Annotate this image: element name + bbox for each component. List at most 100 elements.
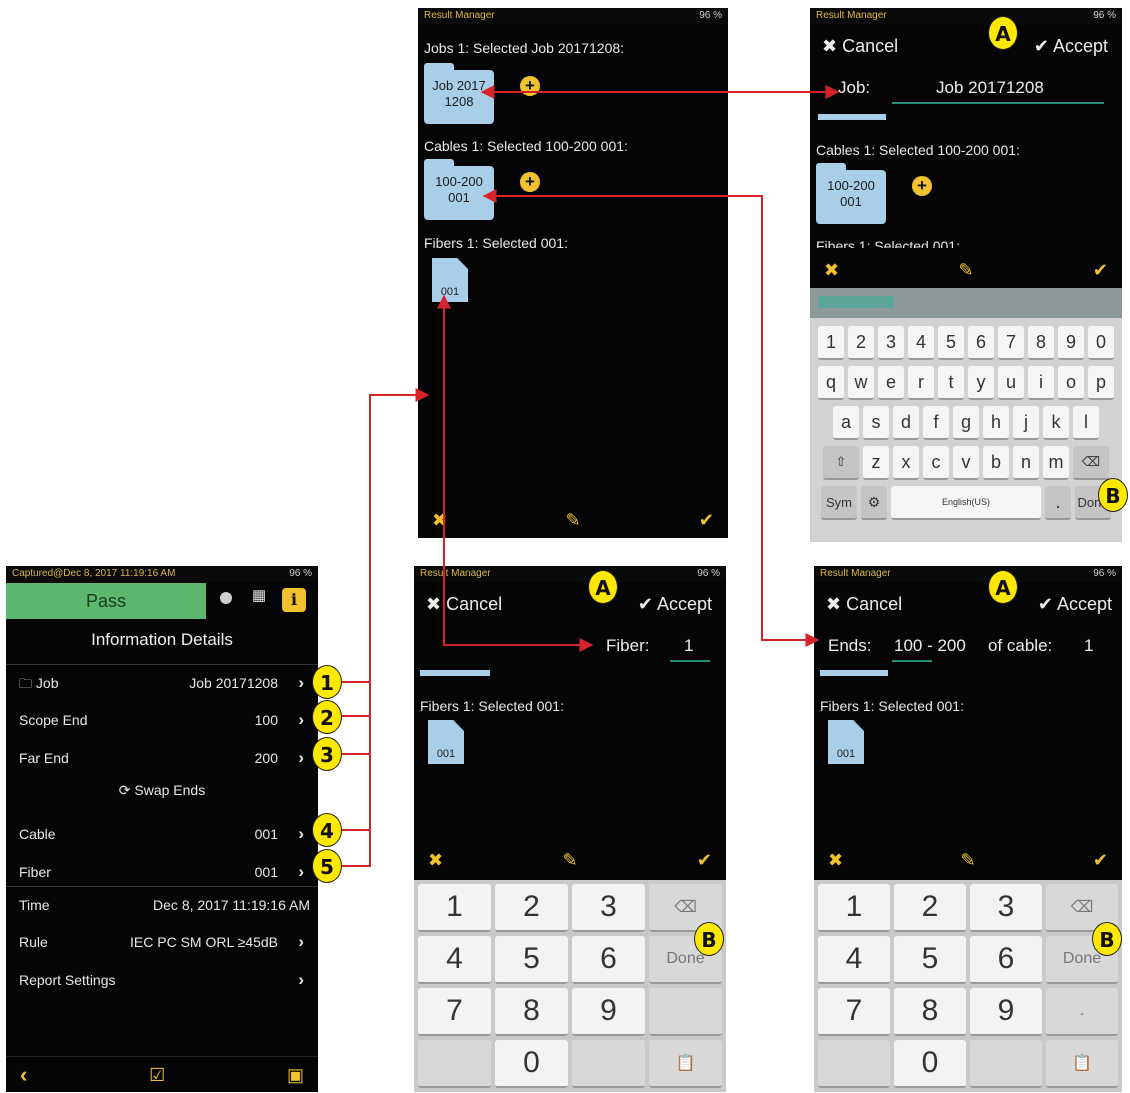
- check-icon[interactable]: ✔: [697, 851, 712, 869]
- key[interactable]: d: [893, 406, 919, 440]
- key-6[interactable]: 6: [970, 936, 1042, 984]
- edit-icon[interactable]: ✎: [958, 261, 973, 279]
- close-icon[interactable]: ✖: [432, 511, 447, 529]
- key-0[interactable]: 0: [894, 1040, 966, 1088]
- check-icon[interactable]: ✔: [1093, 261, 1108, 279]
- check-icon[interactable]: ✔: [699, 511, 714, 529]
- key[interactable]: 5: [938, 326, 964, 360]
- cable-folder[interactable]: 100-200 001: [816, 163, 886, 224]
- key[interactable]: r: [908, 366, 934, 400]
- fiber-file[interactable]: 001: [828, 720, 864, 764]
- add-job-icon[interactable]: +: [520, 76, 540, 96]
- key-4[interactable]: 4: [418, 936, 491, 984]
- fiber-file[interactable]: 001: [428, 720, 464, 764]
- fiber-file[interactable]: 001: [432, 258, 468, 302]
- key[interactable]: p: [1088, 366, 1114, 400]
- key[interactable]: i: [1028, 366, 1054, 400]
- info-icon[interactable]: i: [282, 588, 306, 612]
- close-icon[interactable]: ✖: [828, 851, 843, 869]
- key[interactable]: s: [863, 406, 889, 440]
- report-settings-row[interactable]: Report Settings ›: [6, 962, 318, 1000]
- key[interactable]: j: [1013, 406, 1039, 440]
- period-key[interactable]: .: [1046, 988, 1118, 1036]
- edit-icon[interactable]: ✎: [562, 851, 577, 869]
- ends-field-input[interactable]: 100 - 200: [894, 636, 966, 656]
- close-icon[interactable]: ✖: [824, 261, 839, 279]
- key[interactable]: 6: [968, 326, 994, 360]
- key[interactable]: h: [983, 406, 1009, 440]
- key[interactable]: 7: [998, 326, 1024, 360]
- cable-row[interactable]: Cable 001 ›: [6, 816, 318, 854]
- settings-icon[interactable]: ⚙: [861, 486, 887, 520]
- close-icon[interactable]: ✖: [428, 851, 443, 869]
- key[interactable]: g: [953, 406, 979, 440]
- key[interactable]: m: [1043, 446, 1069, 480]
- check-icon[interactable]: ✔: [1093, 851, 1108, 869]
- key[interactable]: 3: [878, 326, 904, 360]
- globe-icon[interactable]: [220, 592, 232, 604]
- key[interactable]: 2: [848, 326, 874, 360]
- accept-button[interactable]: ✔ Accept: [638, 594, 712, 615]
- key[interactable]: c: [923, 446, 949, 480]
- period-key[interactable]: .: [1045, 486, 1071, 520]
- accept-button[interactable]: ✔ Accept: [1034, 36, 1108, 57]
- key[interactable]: x: [893, 446, 919, 480]
- key[interactable]: t: [938, 366, 964, 400]
- sym-key[interactable]: Sym: [821, 486, 857, 520]
- clipboard-icon[interactable]: 📋: [1046, 1040, 1118, 1088]
- rule-row[interactable]: Rule IEC PC SM ORL ≥45dB ›: [6, 924, 318, 962]
- swap-ends-button[interactable]: ⟳ Swap Ends: [6, 782, 318, 798]
- key[interactable]: 8: [1028, 326, 1054, 360]
- accept-button[interactable]: ✔ Accept: [1038, 594, 1112, 615]
- job-folder[interactable]: Job 2017 1208: [424, 63, 494, 124]
- grid-icon[interactable]: ▦: [252, 588, 266, 603]
- of-cable-input[interactable]: 1: [1084, 636, 1093, 656]
- key[interactable]: a: [833, 406, 859, 440]
- key-2[interactable]: 2: [894, 884, 966, 932]
- far-end-row[interactable]: Far End 200 ›: [6, 740, 318, 778]
- key[interactable]: 4: [908, 326, 934, 360]
- cancel-button[interactable]: ✖ Cancel: [826, 594, 902, 615]
- key-6[interactable]: 6: [572, 936, 645, 984]
- shift-icon[interactable]: ⇧: [823, 446, 859, 480]
- key[interactable]: 0: [1088, 326, 1114, 360]
- edit-icon[interactable]: ✎: [960, 851, 975, 869]
- key[interactable]: v: [953, 446, 979, 480]
- clipboard-icon[interactable]: 📋: [649, 1040, 722, 1088]
- key-5[interactable]: 5: [495, 936, 568, 984]
- key[interactable]: n: [1013, 446, 1039, 480]
- key-1[interactable]: 1: [418, 884, 491, 932]
- key[interactable]: l: [1073, 406, 1099, 440]
- cable-folder[interactable]: 100-200 001: [424, 159, 494, 220]
- key[interactable]: b: [983, 446, 1009, 480]
- key[interactable]: k: [1043, 406, 1069, 440]
- key-4[interactable]: 4: [818, 936, 890, 984]
- cancel-button[interactable]: ✖ Cancel: [426, 594, 502, 615]
- checklist-icon[interactable]: ☑: [149, 1066, 165, 1084]
- add-cable-icon[interactable]: +: [912, 176, 932, 196]
- key-3[interactable]: 3: [970, 884, 1042, 932]
- key[interactable]: z: [863, 446, 889, 480]
- key[interactable]: o: [1058, 366, 1084, 400]
- key-0[interactable]: 0: [495, 1040, 568, 1088]
- edit-icon[interactable]: ✎: [565, 511, 580, 529]
- key-8[interactable]: 8: [894, 988, 966, 1036]
- key[interactable]: u: [998, 366, 1024, 400]
- job-field-input[interactable]: Job 20171208: [936, 78, 1044, 98]
- key[interactable]: e: [878, 366, 904, 400]
- key[interactable]: f: [923, 406, 949, 440]
- key[interactable]: 1: [818, 326, 844, 360]
- job-row[interactable]: 🗀 Job Job 20171208 ›: [6, 664, 318, 702]
- back-icon[interactable]: ‹: [20, 1063, 27, 1086]
- save-icon[interactable]: ▣: [287, 1066, 304, 1084]
- key-7[interactable]: 7: [418, 988, 491, 1036]
- fiber-field-input[interactable]: 1: [684, 636, 693, 656]
- key-1[interactable]: 1: [818, 884, 890, 932]
- key[interactable]: q: [818, 366, 844, 400]
- key-9[interactable]: 9: [572, 988, 645, 1036]
- backspace-icon[interactable]: ⌫: [1073, 446, 1109, 480]
- key[interactable]: 9: [1058, 326, 1084, 360]
- key-5[interactable]: 5: [894, 936, 966, 984]
- key-3[interactable]: 3: [572, 884, 645, 932]
- key-2[interactable]: 2: [495, 884, 568, 932]
